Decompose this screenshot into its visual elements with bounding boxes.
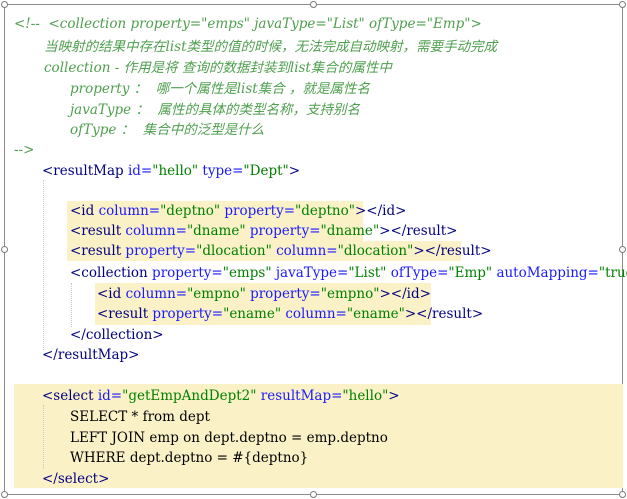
code-line-comment: collection - 作用是将 查询的数据封装到list集合的属性中 bbox=[44, 60, 392, 76]
attr-value: hello bbox=[348, 388, 383, 404]
attr-value: dname bbox=[326, 223, 373, 239]
attr-value: getEmpAndDept2 bbox=[128, 388, 251, 404]
code-line-comment: javaType ： 属性的具体的类型名称，支持别名 bbox=[70, 102, 361, 118]
code-line-sql: LEFT JOIN emp on dept.deptno = emp.deptn… bbox=[70, 430, 388, 446]
code-line-sql: WHERE dept.deptno = #{deptno} bbox=[70, 450, 309, 466]
attr-value: deptno bbox=[166, 203, 214, 219]
code-editor: <!-- <collection property="emps" javaTyp… bbox=[0, 0, 627, 499]
code-line-resultmap-close: </resultMap> bbox=[42, 347, 140, 363]
code-line-comment: 当映射的结果中存在list类型的值的时候，无法完成自动映射，需要手动完成 bbox=[44, 39, 497, 55]
code-line-select-open: <select id="getEmpAndDept2" resultMap="h… bbox=[42, 388, 400, 404]
attr-value: Dept bbox=[249, 163, 283, 179]
attr-value: empno bbox=[326, 286, 374, 302]
attr-value: dlocation bbox=[202, 243, 266, 259]
attr-value: true bbox=[605, 265, 627, 281]
code-line-comment-close: --> bbox=[14, 142, 35, 158]
code-line-result: <result column="dname" property="dname">… bbox=[70, 223, 458, 239]
code-line-comment: property ： 哪一个属性是list集合 ，就是属性名 bbox=[70, 81, 371, 97]
indent-guide bbox=[43, 405, 44, 469]
code-line-collection-open: <collection property="emps" javaType="Li… bbox=[70, 263, 627, 283]
attr-value: Emp bbox=[454, 265, 486, 281]
code-line-resultmap-open: <resultMap id="hello" type="Dept"> bbox=[42, 163, 301, 179]
attr-value: hello bbox=[158, 163, 192, 179]
attr-value: List bbox=[354, 265, 381, 281]
code-line-result: <result property="dlocation" column="dlo… bbox=[70, 243, 492, 259]
attr-value: dname bbox=[193, 223, 240, 239]
code-line-sql: SELECT * from dept bbox=[70, 409, 210, 425]
attr-value: dlocation bbox=[343, 243, 408, 259]
code-line-comment: ofType ： 集合中的泛型是什么 bbox=[70, 122, 265, 138]
indent-guide bbox=[71, 283, 72, 327]
code-line-collection-id: <id column="empno" property="empno"></id… bbox=[97, 286, 431, 302]
code-line-comment-open: <!-- <collection property="emps" javaTyp… bbox=[14, 16, 482, 32]
attr-value: deptno bbox=[301, 203, 349, 219]
attr-value: ename bbox=[353, 306, 399, 322]
attr-value: ename bbox=[229, 306, 275, 322]
code-line-id: <id column="deptno" property="deptno"></… bbox=[70, 203, 407, 219]
attr-value: emps bbox=[228, 265, 266, 281]
attr-value: empno bbox=[193, 286, 240, 302]
code-line-select-close: </select> bbox=[42, 471, 110, 487]
code-line-collection-result: <result property="ename" column="ename">… bbox=[97, 306, 484, 322]
code-line-collection-close: </collection> bbox=[70, 327, 164, 343]
indent-guide bbox=[43, 180, 44, 350]
